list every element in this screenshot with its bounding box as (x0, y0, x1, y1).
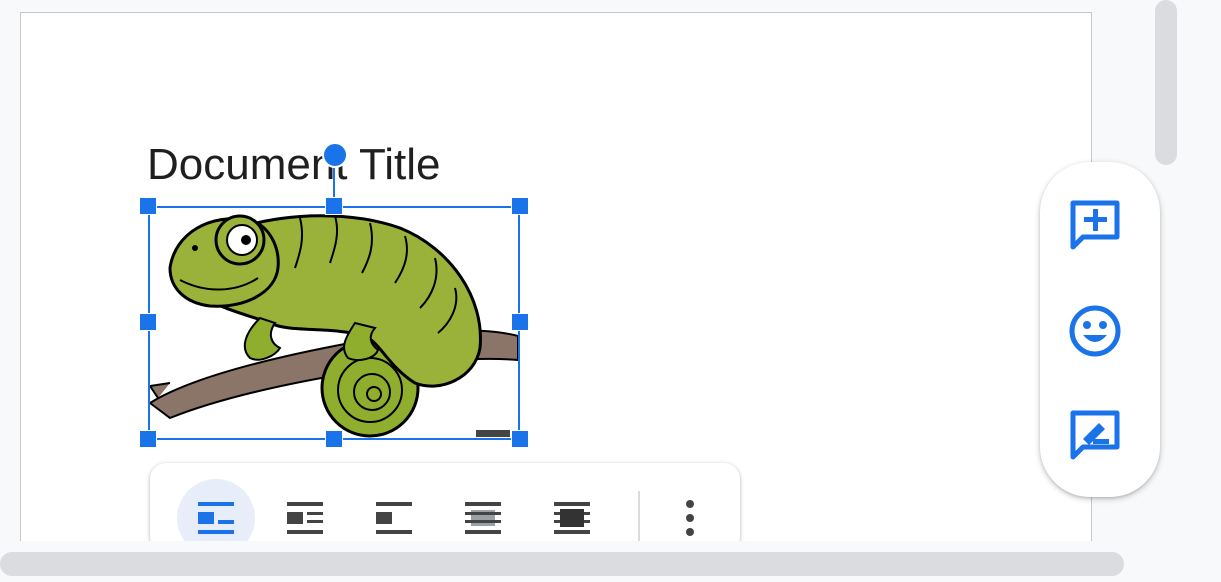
image-options-toolbar (150, 463, 740, 557)
resize-handle-top-left[interactable] (139, 197, 157, 215)
add-emoji-reaction-button[interactable] (1062, 298, 1128, 364)
suggest-edits-button[interactable] (1062, 402, 1128, 468)
add-comment-icon (1070, 200, 1120, 250)
in-front-of-text-icon (554, 502, 590, 534)
emoji-reaction-icon (1069, 305, 1121, 357)
vertical-scrollbar-thumb[interactable] (1155, 0, 1177, 165)
suggest-edits-icon (1070, 410, 1120, 460)
rotate-handle[interactable] (322, 142, 348, 168)
resize-handle-bottom-right[interactable] (511, 430, 529, 448)
wrap-inline-icon (198, 502, 234, 534)
resize-handle-left[interactable] (139, 313, 157, 331)
resize-handle-top-right[interactable] (511, 197, 529, 215)
behind-text-icon (465, 502, 501, 534)
break-text-icon (376, 502, 412, 534)
document-title[interactable]: Document Title (147, 140, 440, 190)
add-comment-button[interactable] (1062, 192, 1128, 258)
resize-handle-bottom-left[interactable] (139, 430, 157, 448)
resize-handle-right[interactable] (511, 313, 529, 331)
more-vert-icon (686, 500, 694, 536)
wrap-text-icon (287, 502, 323, 534)
toolbar-divider (638, 491, 640, 547)
horizontal-scrollbar-thumb[interactable] (0, 552, 1124, 576)
side-action-panel (1040, 162, 1160, 497)
image-selection-frame (148, 206, 520, 440)
resize-handle-top[interactable] (325, 197, 343, 215)
resize-handle-bottom[interactable] (325, 430, 343, 448)
